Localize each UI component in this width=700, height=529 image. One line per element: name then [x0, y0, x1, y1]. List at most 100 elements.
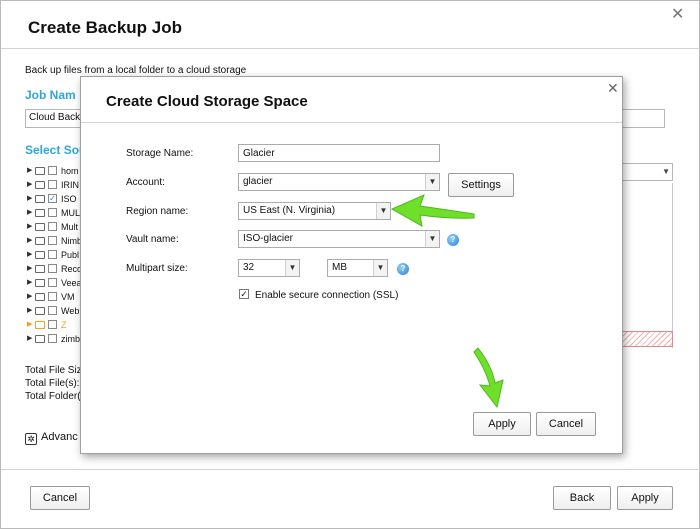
tree-item-checkbox[interactable] [48, 320, 57, 329]
expand-arrow-icon[interactable]: ▶ [27, 332, 32, 346]
vault-name-label: Vault name: [126, 234, 179, 245]
total-files-label: Total File(s): [25, 378, 80, 389]
tree-item-checkbox[interactable] [48, 166, 57, 175]
tree-item[interactable]: ▶ Web [25, 304, 85, 318]
expand-arrow-icon[interactable]: ▶ [27, 248, 32, 262]
tree-item[interactable]: ▶ zimb [25, 332, 85, 346]
tree-item-checkbox[interactable] [48, 292, 57, 301]
account-select[interactable]: glacier ▼ [238, 173, 440, 191]
dialog-title-divider [81, 122, 622, 123]
folder-icon [35, 223, 45, 231]
tree-item[interactable]: ▶ Nimb [25, 234, 85, 248]
tree-item-checkbox[interactable] [48, 236, 57, 245]
tree-item[interactable]: ▶ VM [25, 290, 85, 304]
tree-item[interactable]: ▶ Z [25, 318, 85, 332]
storage-name-label: Storage Name: [126, 148, 194, 159]
help-icon[interactable]: ? [447, 234, 459, 246]
create-cloud-storage-dialog: Create Cloud Storage Space ✕ Storage Nam… [80, 76, 623, 454]
ssl-label: Enable secure connection (SSL) [255, 290, 399, 301]
settings-button[interactable]: Settings [448, 173, 514, 197]
multipart-unit-select[interactable]: MB ▼ [327, 259, 388, 277]
tree-item-label: Mult [61, 222, 79, 232]
expand-arrow-icon[interactable]: ▶ [27, 206, 32, 220]
folder-icon [35, 181, 45, 189]
close-icon[interactable]: ✕ [671, 7, 684, 23]
folder-icon [35, 209, 45, 217]
folder-icon [35, 321, 45, 329]
dialog-apply-button[interactable]: Apply [473, 412, 531, 436]
tree-item-checkbox[interactable] [48, 180, 57, 189]
totals-summary: Total File Siz Total File(s): Total Fold… [25, 364, 82, 403]
tree-item-checkbox[interactable] [48, 208, 57, 217]
tree-item-checkbox[interactable] [48, 306, 57, 315]
folder-icon [35, 307, 45, 315]
expand-arrow-icon[interactable]: ▶ [27, 220, 32, 234]
back-button[interactable]: Back [553, 486, 611, 510]
chevron-down-icon: ▼ [376, 203, 390, 219]
destination-panel [621, 183, 673, 348]
tree-item[interactable]: ▶ Veea [25, 276, 85, 290]
expand-arrow-icon[interactable]: ▶ [27, 276, 32, 290]
folder-icon [35, 293, 45, 301]
tree-item-label: zimb [61, 334, 81, 344]
tree-item-checkbox[interactable] [48, 264, 57, 273]
expand-arrow-icon[interactable]: ▶ [27, 164, 32, 178]
tree-item-label: ISO [61, 194, 77, 204]
expand-arrow-icon[interactable]: ▶ [27, 192, 32, 206]
dialog-close-icon[interactable]: ✕ [607, 81, 619, 95]
expand-arrow-icon[interactable]: ▶ [27, 262, 32, 276]
account-value: glacier [243, 176, 273, 187]
title-divider [1, 48, 700, 49]
tree-item[interactable]: ▶ Publ [25, 248, 85, 262]
chevron-down-icon: ▼ [425, 231, 439, 247]
tree-item[interactable]: ▶ IRIN [25, 178, 85, 192]
window-title: Create Backup Job [28, 18, 182, 37]
expand-arrow-icon[interactable]: ▶ [27, 318, 32, 332]
expand-arrow-icon[interactable]: ▶ [27, 304, 32, 318]
source-folder-tree: ▶ hom ▶ IRIN ▶ ✓ ISO ▶ MUL ▶ Mult ▶ Nimb ▶ Publ ▶ Reco ▶ V… [25, 164, 85, 346]
chevron-down-icon: ▼ [662, 167, 670, 176]
tree-item-label: Reco [61, 264, 83, 274]
tree-item-checkbox[interactable]: ✓ [48, 194, 57, 203]
help-icon[interactable]: ? [397, 263, 409, 275]
tree-item[interactable]: ▶ Reco [25, 262, 85, 276]
tree-item-checkbox[interactable] [48, 222, 57, 231]
multipart-size-select[interactable]: 32 ▼ [238, 259, 300, 277]
cancel-button[interactable]: Cancel [30, 486, 90, 510]
total-folders-label: Total Folder( [25, 391, 81, 402]
vault-name-select[interactable]: ISO-glacier ▼ [238, 230, 440, 248]
tree-item[interactable]: ▶ MUL [25, 206, 85, 220]
tree-item-checkbox[interactable] [48, 334, 57, 343]
ssl-checkbox[interactable]: ✓ [239, 289, 249, 299]
advanced-settings-toggle[interactable]: ✲ Advanc [25, 431, 78, 445]
folder-icon [35, 265, 45, 273]
chevron-down-icon: ▼ [373, 260, 387, 276]
tree-item[interactable]: ▶ Mult [25, 220, 85, 234]
chevron-down-icon: ▼ [425, 174, 439, 190]
dialog-title: Create Cloud Storage Space [106, 93, 308, 110]
storage-name-input[interactable] [238, 144, 440, 162]
tree-item-label: hom [61, 166, 79, 176]
destination-dropdown[interactable]: ▼ [621, 163, 673, 181]
window-description: Back up files from a local folder to a c… [25, 65, 247, 76]
tree-item-label: Z [61, 320, 67, 330]
tree-item-label: Nimb [61, 236, 83, 246]
account-label: Account: [126, 177, 165, 188]
expand-arrow-icon[interactable]: ▶ [27, 178, 32, 192]
gear-icon: ✲ [25, 433, 37, 445]
tree-item[interactable]: ▶ ✓ ISO [25, 192, 85, 206]
folder-icon [35, 237, 45, 245]
dialog-cancel-button[interactable]: Cancel [536, 412, 596, 436]
total-file-size-label: Total File Siz [25, 365, 82, 376]
expand-arrow-icon[interactable]: ▶ [27, 290, 32, 304]
tree-item[interactable]: ▶ hom [25, 164, 85, 178]
tree-item-checkbox[interactable] [48, 278, 57, 287]
validation-error-field [621, 331, 673, 347]
expand-arrow-icon[interactable]: ▶ [27, 234, 32, 248]
tree-item-label: Publ [61, 250, 80, 260]
apply-button[interactable]: Apply [617, 486, 673, 510]
tree-item-label: VM [61, 292, 75, 302]
region-name-select[interactable]: US East (N. Virginia) ▼ [238, 202, 391, 220]
multipart-size-value: 32 [243, 262, 255, 273]
tree-item-checkbox[interactable] [48, 250, 57, 259]
